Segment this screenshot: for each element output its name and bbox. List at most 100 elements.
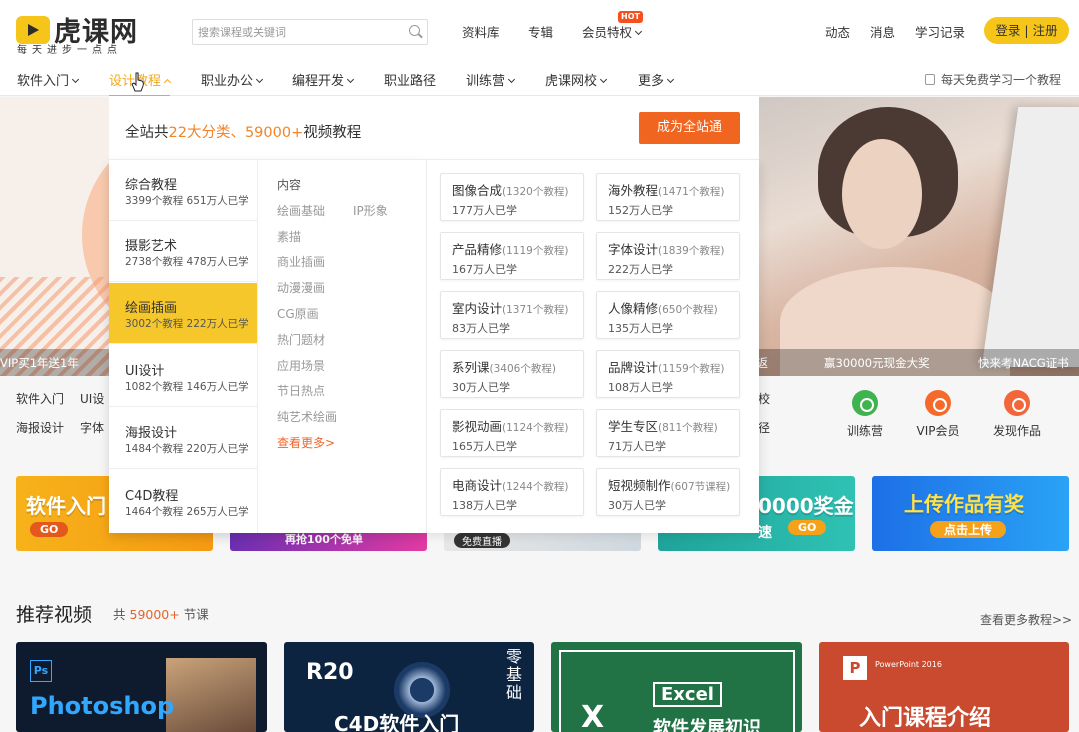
- dropdown-category-active[interactable]: 绘画插画 3002个教程 222万人已学: [109, 283, 257, 344]
- topic-tile[interactable]: 品牌设计(1159个教程) 108万人已学: [596, 350, 740, 398]
- subcategory-link[interactable]: 应用场景: [277, 357, 325, 374]
- excel-badge: Excel: [653, 682, 722, 707]
- subcategory-link[interactable]: 动漫漫画: [277, 279, 325, 296]
- upload-button[interactable]: 点击上传: [930, 521, 1007, 538]
- subcategory-link[interactable]: 商业插画: [277, 253, 325, 270]
- nav-label: 软件入门: [17, 74, 70, 89]
- topic-tile[interactable]: 字体设计(1839个教程) 222万人已学: [596, 232, 740, 280]
- search-icon[interactable]: [403, 20, 427, 44]
- service-discover[interactable]: 发现作品: [987, 390, 1047, 439]
- login-register-button[interactable]: 登录 | 注册: [984, 17, 1069, 44]
- link-activity[interactable]: 动态: [825, 22, 850, 41]
- dropdown-category[interactable]: 综合教程 3399个教程 651万人已学: [109, 160, 257, 221]
- tile-count: (607节课程): [670, 481, 731, 493]
- banner-strip-item[interactable]: 赢30000元现金大奖: [824, 355, 930, 371]
- tile-learners: 30万人已学: [608, 499, 666, 512]
- promo-upload[interactable]: 上传作品有奖 点击上传: [872, 476, 1069, 551]
- hand-cursor-icon: [131, 72, 144, 92]
- chevron-down-icon: [346, 75, 355, 84]
- tile-name: 系列课: [452, 360, 490, 375]
- vip-privileges-label: 会员特权: [582, 25, 633, 40]
- cat-link[interactable]: UI设: [80, 390, 104, 407]
- cat-link[interactable]: 软件入门: [16, 390, 64, 407]
- cat-link[interactable]: 海报设计: [16, 419, 64, 436]
- subcategory-link[interactable]: CG原画: [277, 305, 319, 322]
- tile-count: (1471个教程): [658, 186, 725, 198]
- topic-tile[interactable]: 室内设计(1371个教程) 83万人已学: [440, 291, 584, 339]
- tile-count: (1124个教程): [502, 422, 569, 434]
- topic-tile[interactable]: 图像合成(1320个教程) 177万人已学: [440, 173, 584, 221]
- target-icon: [852, 390, 878, 416]
- column-divider: [257, 160, 258, 533]
- search-input[interactable]: [193, 20, 403, 44]
- hot-badge: HOT: [618, 11, 643, 23]
- subcategory-link[interactable]: 绘画基础: [277, 202, 325, 219]
- video-card[interactable]: R20 C4D软件入门 零基础: [284, 642, 534, 732]
- play-logo-icon: [16, 15, 50, 44]
- tile-learners: 108万人已学: [608, 381, 673, 394]
- service-vip[interactable]: VIP会员: [908, 390, 968, 439]
- topic-tile[interactable]: 系列课(3406个教程) 30万人已学: [440, 350, 584, 398]
- topic-tile[interactable]: 影视动画(1124个教程) 165万人已学: [440, 409, 584, 457]
- category-meta: 3399个教程 651万人已学: [125, 195, 249, 207]
- chevron-down-icon: [71, 75, 80, 84]
- subcategory-link[interactable]: 节日热点: [277, 382, 325, 399]
- video-card[interactable]: Excel X 软件发展初识: [551, 642, 802, 732]
- topic-tile[interactable]: 产品精修(1119个教程) 167万人已学: [440, 232, 584, 280]
- video-card[interactable]: P PowerPoint 2016 入门课程介绍: [819, 642, 1069, 732]
- promo-sub: 速: [758, 525, 772, 541]
- category-meta: 3002个教程 222万人已学: [125, 318, 249, 330]
- topic-tile[interactable]: 海外教程(1471个教程) 152万人已学: [596, 173, 740, 221]
- nav-office[interactable]: 职业办公: [201, 70, 264, 89]
- dropdown-category[interactable]: C4D教程 1464个教程 265万人已学: [109, 471, 257, 532]
- dropdown-category[interactable]: 摄影艺术 2738个教程 478万人已学: [109, 221, 257, 282]
- nav-training-camp[interactable]: 训练营: [466, 70, 516, 89]
- card-thumbnail: [166, 658, 256, 732]
- link-albums[interactable]: 专辑: [528, 22, 553, 41]
- nav-online-school[interactable]: 虎课网校: [545, 70, 608, 89]
- go-button[interactable]: GO: [30, 522, 69, 537]
- topic-tile[interactable]: 学生专区(811个教程) 71万人已学: [596, 409, 740, 457]
- topic-tile[interactable]: 短视频制作(607节课程) 30万人已学: [596, 468, 740, 516]
- nav-more[interactable]: 更多: [638, 70, 675, 89]
- card-title: 软件发展初识: [653, 718, 761, 732]
- cat-link[interactable]: 字体: [80, 419, 104, 436]
- cat-link[interactable]: 径: [758, 419, 770, 436]
- video-card[interactable]: Ps Photoshop: [16, 642, 267, 732]
- dropdown-category[interactable]: 海报设计 1484个教程 220万人已学: [109, 408, 257, 469]
- link-library[interactable]: 资料库: [462, 22, 500, 41]
- tile-learners: 135万人已学: [608, 322, 673, 335]
- subcategory-link[interactable]: 素描: [277, 228, 301, 245]
- photoshop-icon: Ps: [30, 660, 52, 682]
- cat-link[interactable]: 校: [758, 390, 770, 407]
- nav-software[interactable]: 软件入门: [17, 70, 80, 89]
- daily-free-link[interactable]: 每天免费学习一个教程: [924, 71, 1061, 88]
- see-more-link[interactable]: 查看更多教程>>: [980, 611, 1072, 628]
- tile-name: 人像精修: [608, 301, 659, 316]
- topic-tile[interactable]: 人像精修(650个教程) 135万人已学: [596, 291, 740, 339]
- nav-programming[interactable]: 编程开发: [292, 70, 355, 89]
- promo-title: 软件入门: [26, 494, 106, 518]
- service-training[interactable]: 训练营: [835, 390, 895, 439]
- see-more-subcategories[interactable]: 查看更多>: [277, 434, 335, 451]
- tile-learners: 152万人已学: [608, 204, 673, 217]
- banner-strip-item[interactable]: VIP买1年送1年: [0, 355, 79, 371]
- nav-career-path[interactable]: 职业路径: [384, 70, 436, 89]
- chevron-down-icon: [255, 75, 264, 84]
- tile-name: 室内设计: [452, 301, 503, 316]
- topic-tile[interactable]: 电商设计(1244个教程) 138万人已学: [440, 468, 584, 516]
- link-vip-privileges[interactable]: 会员特权: [582, 22, 643, 41]
- subcategory-link[interactable]: IP形象: [353, 202, 388, 219]
- tile-count: (1320个教程): [502, 186, 569, 198]
- become-vip-button[interactable]: 成为全站通: [639, 112, 740, 144]
- banner-strip-item[interactable]: 快来考NACG证书: [978, 355, 1069, 371]
- go-button[interactable]: GO: [788, 520, 827, 535]
- subcategory-link[interactable]: 热门题材: [277, 331, 325, 348]
- link-study-records[interactable]: 学习记录: [915, 22, 965, 41]
- tile-count: (1839个教程): [658, 245, 725, 257]
- link-messages[interactable]: 消息: [870, 22, 895, 41]
- subcategory-link[interactable]: 纯艺术绘画: [277, 408, 337, 425]
- dropdown-category[interactable]: UI设计 1082个教程 146万人已学: [109, 346, 257, 407]
- sub-num: 59000+: [129, 607, 180, 622]
- tile-count: (1119个教程): [502, 245, 569, 257]
